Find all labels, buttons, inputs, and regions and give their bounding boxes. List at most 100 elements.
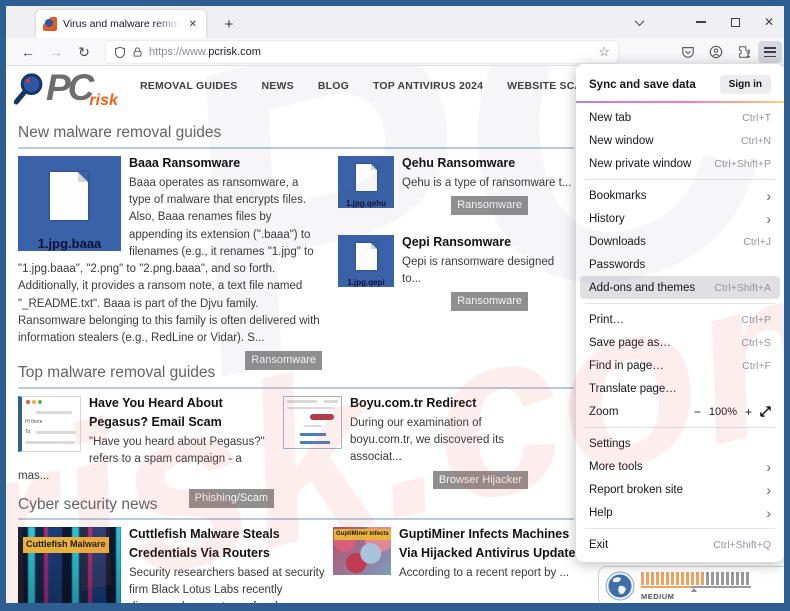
threat-bar [676,572,679,585]
thumb-to: To: [25,429,32,437]
screenshot-root: Virus and malware removal inst ✕ + ✕ ← →… [0,0,790,611]
pocket-icon [681,45,695,59]
menu-item-shortcut: Ctrl+Shift+A [714,282,771,294]
article-thumbnail[interactable]: Cuttlefish Malware [18,527,121,603]
menu-item-new-tab[interactable]: New tab Ctrl+T [576,106,784,129]
menu-item-history[interactable]: History› [576,207,784,230]
category-badge[interactable]: Phishing/Scam [189,489,274,508]
pcrisk-favicon-icon [43,17,57,31]
category-badge[interactable]: Browser Hijacker [433,471,528,490]
category-badge[interactable]: Ransomware [451,196,528,215]
nav-top-antivirus[interactable]: TOP ANTIVIRUS 2024 [373,80,483,92]
menu-item-bookmarks[interactable]: Bookmarks› [576,184,784,207]
menu-item-new-window[interactable]: New windowCtrl+N [576,129,784,152]
menu-item-save-page-as[interactable]: Save page as…Ctrl+S [576,331,784,354]
url-text[interactable]: https://www.pcrisk.com [149,46,592,58]
fullscreen-icon[interactable] [760,406,771,417]
tab-list-button[interactable] [632,6,646,38]
tracking-shield-icon[interactable] [114,46,126,59]
menu-item-label: New window [589,135,654,147]
reload-button[interactable]: ↻ [72,41,96,63]
menu-item-shortcut: Ctrl+Shift+Q [713,539,771,551]
account-icon [709,45,723,59]
menu-item-label: Passwords [589,259,645,271]
zoom-level-value[interactable]: 100% [709,406,737,418]
lock-icon[interactable] [132,46,143,58]
maximize-icon [731,18,740,27]
article-thumbnail[interactable]: 1.jpg.qepi [338,235,394,287]
menu-item-shortcut: Ctrl+T [742,112,771,124]
chevron-down-icon [634,16,644,26]
window-close-button[interactable]: ✕ [762,6,776,38]
red-button [310,414,334,420]
menu-item-label: New tab [589,112,631,124]
category-badge[interactable]: Ransomware [245,351,322,370]
section-title-top-guides: Top malware removal guides [18,364,215,382]
nav-blog[interactable]: BLOG [318,80,349,92]
zoom-out-button[interactable]: − [694,406,701,418]
pocket-button[interactable] [676,41,700,63]
menu-item-label: Translate page… [589,383,677,395]
menu-item-help[interactable]: Help› [576,501,784,524]
back-button[interactable]: ← [16,41,40,63]
nav-removal-guides[interactable]: REMOVAL GUIDES [140,80,238,92]
tab-title: Virus and malware removal inst [63,18,181,30]
zoom-in-button[interactable]: + [745,406,752,418]
article-thumbnail[interactable]: Hi there To: [18,396,81,452]
magnifier-logo-icon [12,70,46,112]
chevron-right-icon: › [766,508,771,518]
menu-item-find-in-page[interactable]: Find in page…Ctrl+F [576,354,784,377]
article-thumbnail[interactable] [283,396,342,449]
chevron-right-icon: › [766,214,771,224]
address-bar[interactable]: https://www.pcrisk.com ☆ [106,41,618,63]
minimize-icon [696,21,706,23]
menu-item-label: Downloads [589,236,646,248]
article-thumbnail[interactable]: 1.jpg.baaa [18,156,121,251]
thumb-greeting: Hi there [25,419,43,427]
app-menu-button[interactable] [758,41,782,63]
sign-in-button[interactable]: Sign in [720,75,771,94]
section-divider [18,518,574,520]
menu-divider [585,179,775,180]
browser-titlebar: Virus and malware removal inst ✕ + ✕ [6,6,784,38]
article-excerpt: During our examination of boyu.com.tr, w… [350,417,504,464]
article-cuttlefish: Cuttlefish Malware Cuttlefish Malware St… [18,525,326,603]
menu-label-sync: Sync and save data [589,79,696,91]
account-button[interactable] [704,41,728,63]
virus-activity-widget: MEDIUM [598,566,784,603]
menu-item-sync[interactable]: Sync and save data Sign in [576,70,784,99]
minimize-button[interactable] [694,6,708,38]
menu-item-translate-page[interactable]: Translate page… [576,377,784,400]
menu-item-downloads[interactable]: DownloadsCtrl+J [576,230,784,253]
browser-tab[interactable]: Virus and malware removal inst ✕ [36,10,206,38]
menu-item-label: Add-ons and themes [589,282,695,294]
threat-bar [656,572,659,585]
article-baaa: 1.jpg.baaa Baaa Ransomware Baaa operates… [18,154,322,370]
menu-item-more-tools[interactable]: More tools› [576,455,784,478]
menu-item-report-broken-site[interactable]: Report broken site› [576,478,784,501]
menu-item-addons-and-themes[interactable]: Add-ons and themes Ctrl+Shift+A [580,276,780,299]
article-thumbnail[interactable]: 1.jpg.qehu [338,156,394,208]
forward-button[interactable]: → [44,41,68,63]
category-badge[interactable]: Ransomware [451,292,528,311]
menu-item-exit[interactable]: ExitCtrl+Shift+Q [576,533,784,556]
menu-item-new-private-window[interactable]: New private windowCtrl+Shift+P [576,152,784,175]
section-title-news: Cyber security news [18,496,158,514]
tab-close-icon[interactable]: ✕ [187,19,199,30]
bookmark-star-icon[interactable]: ☆ [598,44,610,60]
nav-news[interactable]: NEWS [262,80,294,92]
pcrisk-logo[interactable]: PC risk [12,70,118,112]
thumbnail-caption: 1.jpg.qepi [338,277,394,287]
menu-item-passwords[interactable]: Passwords [576,253,784,276]
new-tab-button[interactable]: + [218,14,240,36]
url-domain: pcrisk.com [208,46,261,58]
article-thumbnail[interactable]: GuptiMiner infects [333,527,391,575]
maximize-button[interactable] [728,6,742,38]
menu-item-label: Report broken site [589,484,683,496]
threat-bar [701,572,704,585]
menu-item-print[interactable]: Print…Ctrl+P [576,308,784,331]
article-qepi: 1.jpg.qepi Qepi Ransomware Qepi is ranso… [338,233,576,311]
extensions-button[interactable] [732,41,756,63]
menu-item-settings[interactable]: Settings [576,432,784,455]
article-excerpt: Qepi is ransomware designed to... [402,256,554,285]
